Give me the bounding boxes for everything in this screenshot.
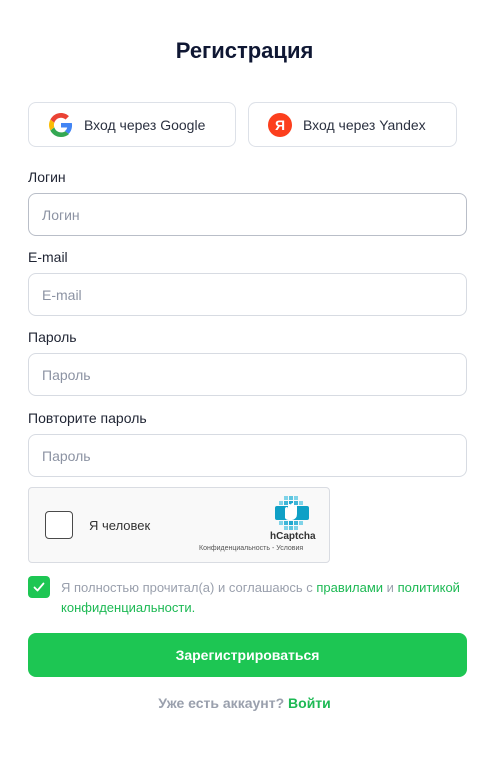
password-repeat-input[interactable] bbox=[28, 434, 467, 477]
hcaptcha-logo-icon bbox=[275, 496, 309, 530]
password-repeat-label: Повторите пароль bbox=[28, 410, 147, 426]
captcha-brand: hCaptcha bbox=[270, 531, 316, 542]
login-prompt: Уже есть аккаунт? Войти bbox=[0, 695, 489, 711]
terms-text-end: . bbox=[191, 600, 196, 615]
email-input[interactable] bbox=[28, 273, 467, 316]
login-link[interactable]: Войти bbox=[288, 695, 331, 711]
captcha-label: Я человек bbox=[89, 518, 151, 533]
yandex-login-button[interactable]: Я Вход через Yandex bbox=[248, 102, 457, 147]
rules-link[interactable]: правилами bbox=[316, 580, 383, 595]
yandex-icon: Я bbox=[268, 112, 292, 137]
terms-text-before: Я полностью прочитал(а) и соглашаюсь с bbox=[61, 580, 317, 595]
yandex-login-label: Вход через Yandex bbox=[303, 116, 426, 133]
email-label: E-mail bbox=[28, 249, 68, 265]
terms-text-and: и bbox=[383, 580, 398, 595]
password-input[interactable] bbox=[28, 353, 467, 396]
register-button[interactable]: Зарегистрироваться bbox=[28, 633, 467, 677]
captcha-links[interactable]: Конфиденциальность - Условия bbox=[199, 545, 303, 552]
page-title: Регистрация bbox=[175, 38, 314, 63]
google-login-button[interactable]: Вход через Google bbox=[28, 102, 236, 147]
terms-checkbox[interactable] bbox=[28, 576, 50, 598]
google-icon bbox=[49, 112, 73, 137]
terms-text: Я полностью прочитал(а) и соглашаюсь с п… bbox=[61, 578, 461, 618]
login-label: Логин bbox=[28, 169, 66, 185]
login-question: Уже есть аккаунт? bbox=[158, 695, 289, 711]
google-login-label: Вход через Google bbox=[84, 116, 206, 133]
checkmark-icon bbox=[33, 582, 45, 592]
captcha-checkbox[interactable] bbox=[45, 511, 73, 539]
yandex-letter: Я bbox=[275, 117, 285, 133]
password-label: Пароль bbox=[28, 329, 77, 345]
login-input[interactable] bbox=[28, 193, 467, 236]
hcaptcha-widget: Я человек hCaptcha Конфиденциальность - … bbox=[28, 487, 330, 563]
